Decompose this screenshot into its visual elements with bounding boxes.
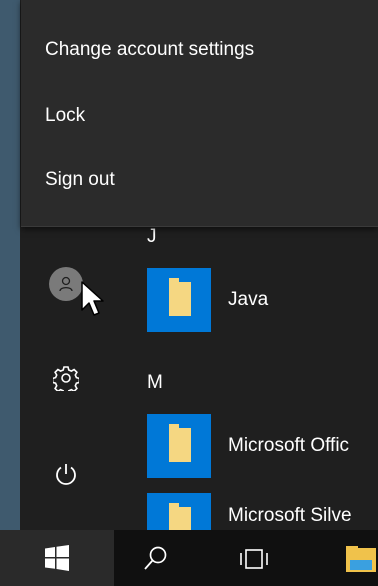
taskbar (0, 530, 378, 586)
group-header-m[interactable]: M (147, 372, 163, 394)
gear-icon (53, 366, 79, 391)
task-view-button[interactable] (234, 544, 274, 574)
file-explorer-icon (346, 546, 376, 572)
app-label: Microsoft Silve (228, 505, 352, 526)
folder-icon (147, 268, 211, 332)
power-button[interactable] (44, 452, 88, 496)
app-label: Java (228, 289, 269, 310)
user-avatar-icon (49, 267, 83, 301)
file-explorer-button[interactable] (344, 544, 378, 574)
task-view-icon (240, 549, 268, 569)
start-button[interactable] (0, 530, 114, 586)
folder-icon (147, 414, 211, 478)
power-icon (56, 464, 76, 485)
settings-button[interactable] (44, 356, 88, 400)
app-label: Microsoft Offic (228, 435, 350, 456)
search-button[interactable] (140, 544, 170, 574)
mouse-pointer-icon (81, 281, 104, 316)
account-menu: Change account settings Lock Sign out (21, 0, 378, 227)
app-item-microsoft-office[interactable]: Microsoft Offic (147, 414, 349, 478)
app-item-java[interactable]: Java (147, 268, 268, 332)
windows-logo-icon (45, 545, 69, 571)
change-account-settings-item[interactable]: Change account settings (21, 18, 378, 82)
lock-item[interactable]: Lock (21, 84, 378, 148)
group-header-j[interactable]: J (147, 226, 157, 248)
desktop-edge (0, 0, 20, 530)
sign-out-item[interactable]: Sign out (21, 148, 378, 212)
search-icon (144, 546, 167, 570)
